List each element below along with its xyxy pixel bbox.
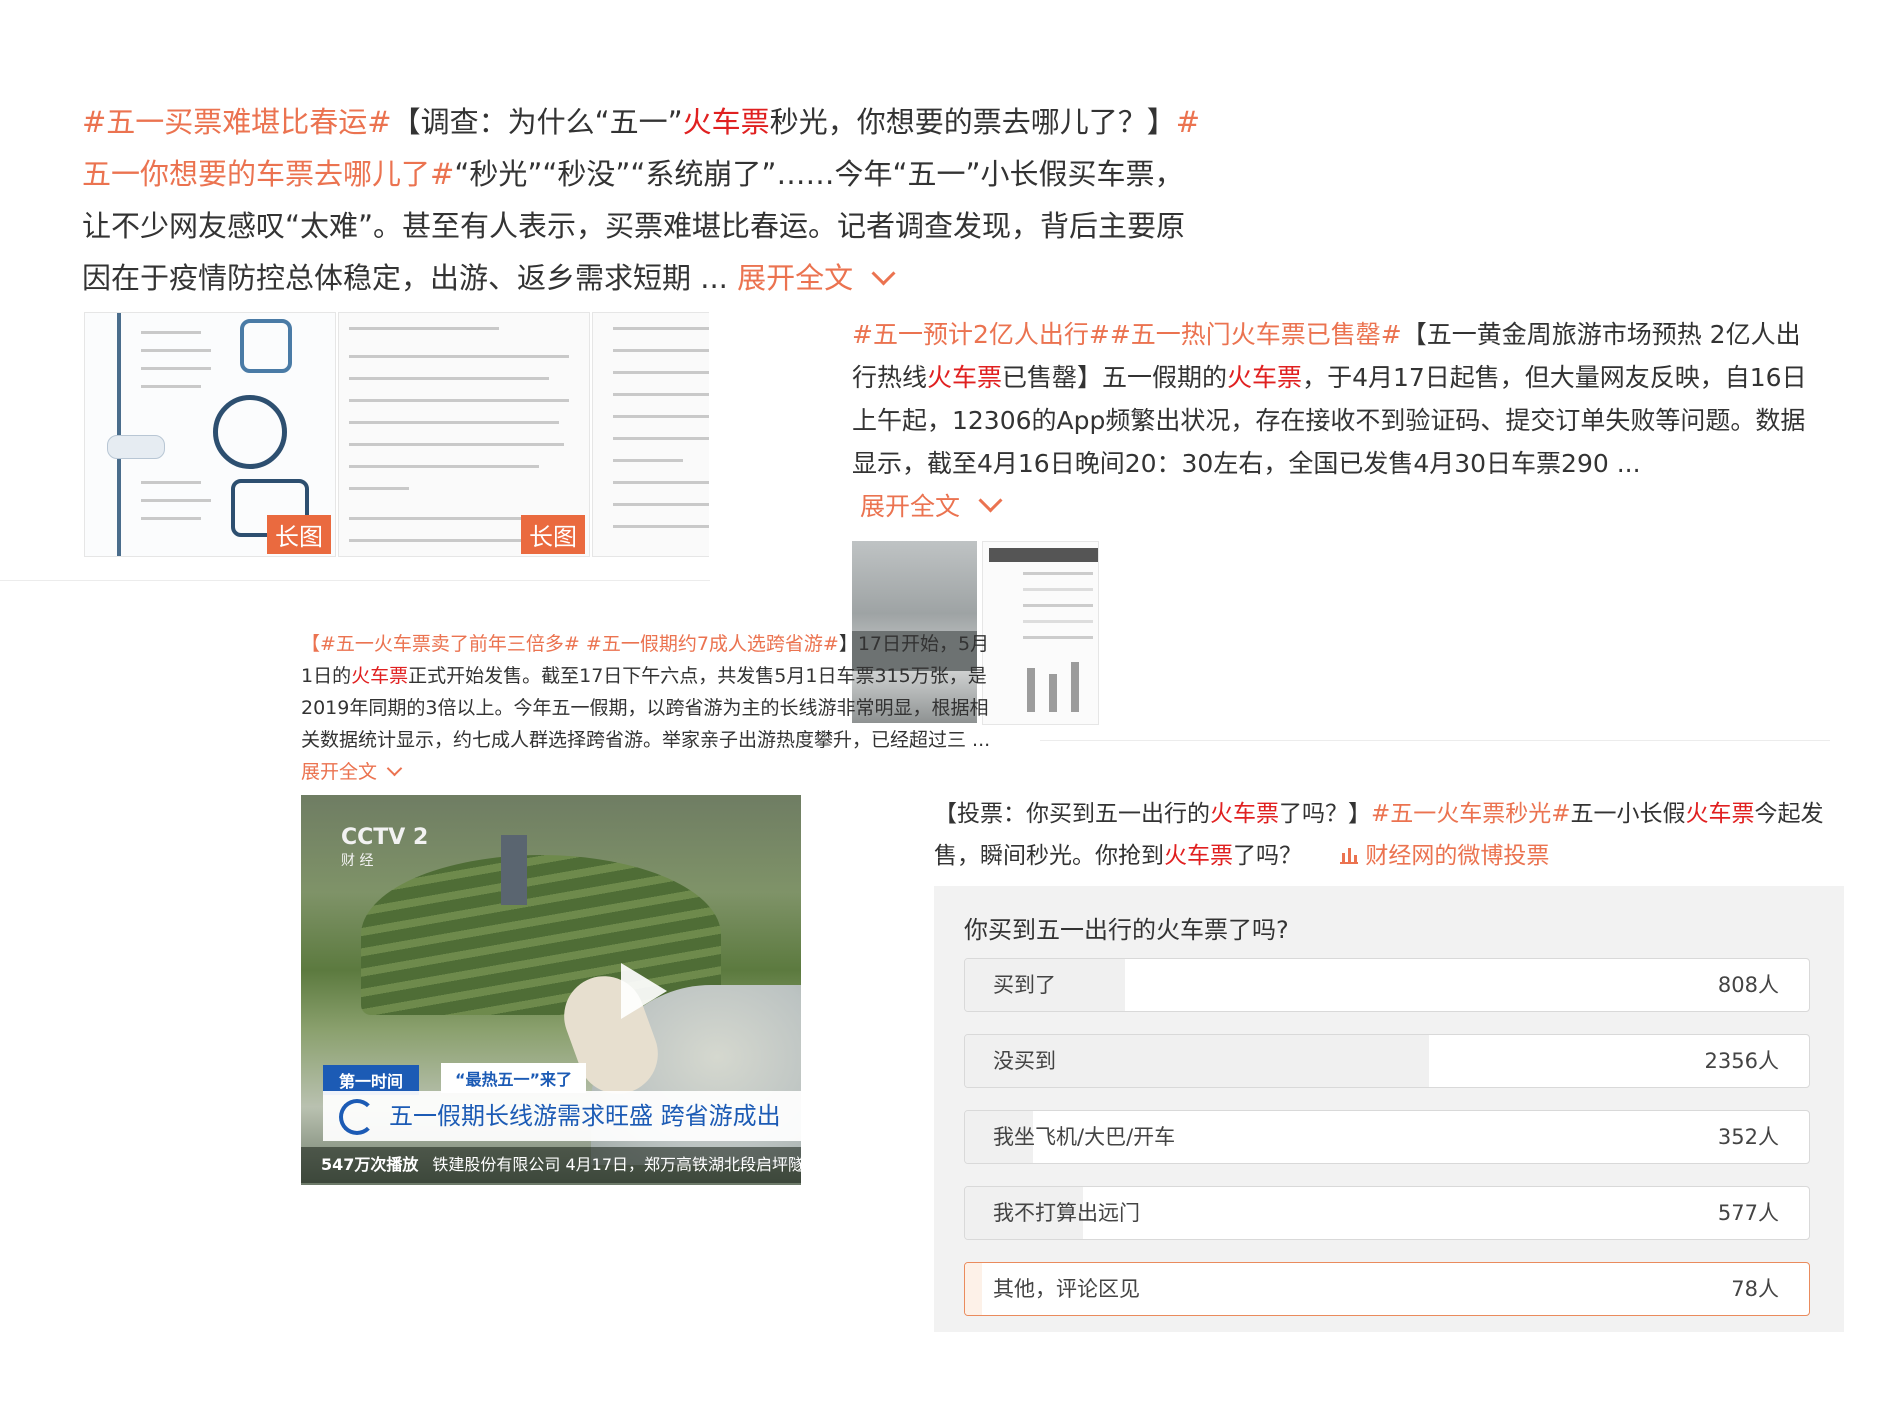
poll-option-count: 577人 xyxy=(1717,1201,1779,1225)
keyword-link[interactable]: 火车票 xyxy=(351,665,408,687)
poll-card: 你买到五一出行的火车票了吗? 买到了 808人 没买到 2356人 我坐飞机/大… xyxy=(934,886,1844,1332)
poll-option[interactable]: 我坐飞机/大巴/开车 352人 xyxy=(964,1110,1810,1164)
video-scene-tower xyxy=(501,835,527,905)
video-scene-hill xyxy=(361,855,721,1015)
keyword-link[interactable]: 火车票 xyxy=(1227,363,1302,392)
post-1-text: #五一买票难堪比春运#【调查：为什么“五一”火车票秒光，你想要的票去哪儿了？】#… xyxy=(82,96,1212,304)
poll-link[interactable]: 财经网的微博投票 xyxy=(1339,843,1549,869)
poll-option[interactable]: 买到了 808人 xyxy=(964,958,1810,1012)
post-1: #五一买票难堪比春运#【调查：为什么“五一”火车票秒光，你想要的票去哪儿了？】#… xyxy=(82,96,1212,304)
poll-icon xyxy=(1340,848,1359,864)
cctv-swirl-icon xyxy=(339,1099,375,1135)
long-image-badge: 长图 xyxy=(267,515,331,554)
post-text: 【投票：你买到五一出行的 xyxy=(934,801,1210,827)
divider xyxy=(0,580,710,581)
poll-option-label: 没买到 xyxy=(993,1049,1056,1073)
channel-logo-subtext: 财 经 xyxy=(341,853,374,869)
poll-option-label: 其他，评论区见 xyxy=(993,1277,1140,1301)
timeline-label-box xyxy=(107,435,165,459)
clock-icon xyxy=(213,395,287,469)
poll-option-count: 808人 xyxy=(1717,973,1779,997)
poll-option[interactable]: 没买到 2356人 xyxy=(964,1034,1810,1088)
expand-full-text-link[interactable]: 展开全文 xyxy=(737,261,896,295)
chevron-down-icon xyxy=(386,760,403,777)
poll-option[interactable]: 我不打算出远门 577人 xyxy=(964,1186,1810,1240)
post-3-text: 【#五一火车票卖了前年三倍多# #五一假期约7成人选跨省游#】17日开始，5月1… xyxy=(301,628,1001,788)
post-text: 已售罄】五一假期的 xyxy=(1002,363,1228,392)
divider xyxy=(1040,740,1830,741)
topic-tag-link[interactable]: #五一预计2亿人出行# xyxy=(852,320,1110,349)
keyword-link[interactable]: 火车票 xyxy=(927,363,1002,392)
channel-logo-text: CCTV 2 xyxy=(341,825,429,850)
post-text: 【调查：为什么“五一” xyxy=(391,105,683,139)
poll-option-label: 我坐飞机/大巴/开车 xyxy=(993,1125,1176,1149)
headline-text: 五一假期长线游需求旺盛 跨省游成出 xyxy=(389,1102,781,1130)
poll-option-selected[interactable]: 其他，评论区见 78人 xyxy=(964,1262,1810,1316)
poll-option-count: 78人 xyxy=(1731,1277,1779,1301)
chevron-down-icon xyxy=(871,261,896,286)
post-4: 【投票：你买到五一出行的火车票了吗？】#五一火车票秒光#五一小长假火车票今起发售… xyxy=(934,793,1834,877)
poll-question: 你买到五一出行的火车票了吗? xyxy=(964,916,1289,944)
topic-tag-link[interactable]: #五一火车票卖了前年三倍多# xyxy=(320,633,580,655)
long-image-badge: 长图 xyxy=(521,515,585,554)
expand-label: 展开全文 xyxy=(301,761,378,783)
topic-tag-link[interactable]: #五一假期约7成人选跨省游# xyxy=(580,633,839,655)
caption-headline: 五一假期长线游需求旺盛 跨省游成出 xyxy=(323,1091,801,1141)
keyword-link[interactable]: 火车票 xyxy=(683,105,770,139)
post-text: 了吗？】 xyxy=(1279,801,1371,827)
topic-tag-link[interactable]: #五一热门火车票已售罄# xyxy=(1110,320,1402,349)
poll-option-count: 2356人 xyxy=(1704,1049,1779,1073)
poll-option-fill xyxy=(965,1263,982,1315)
chevron-down-icon xyxy=(978,488,1003,513)
play-count: 547万次播放 xyxy=(321,1155,419,1174)
caption-topic: “最热五一”来了 xyxy=(441,1063,587,1093)
post-text: 【 xyxy=(301,633,321,655)
chart-bar xyxy=(1071,662,1079,712)
chart-title-bar xyxy=(989,548,1098,562)
post-2: #五一预计2亿人出行##五一热门火车票已售罄#【五一黄金周旅游市场预热 2亿人出… xyxy=(852,313,1812,528)
post-1-image-3[interactable] xyxy=(592,312,709,557)
post-1-image-1[interactable]: 长图 xyxy=(84,312,336,557)
video-player[interactable]: CCTV 2财 经 第一时间 “最热五一”来了 五一假期长线游需求旺盛 跨省游成… xyxy=(301,795,801,1185)
phone-icon xyxy=(240,319,292,373)
keyword-link[interactable]: 火车票 xyxy=(1210,801,1279,827)
ticker-text: 铁建股份有限公司 4月17日，郑万高铁湖北段启坪隧道，黄家沟 xyxy=(432,1155,801,1174)
chart-bar xyxy=(1027,668,1035,712)
poll-option-label: 我不打算出远门 xyxy=(993,1201,1140,1225)
keyword-link[interactable]: 火车票 xyxy=(1686,801,1755,827)
expand-label: 展开全文 xyxy=(860,492,961,521)
post-4-text: 【投票：你买到五一出行的火车票了吗？】#五一火车票秒光#五一小长假火车票今起发售… xyxy=(934,793,1834,877)
play-icon[interactable] xyxy=(621,963,667,1019)
expand-full-text-link[interactable]: 展开全文 xyxy=(860,488,1003,521)
post-text: 了吗？ xyxy=(1233,843,1302,869)
expand-full-text-link[interactable]: 展开全文 xyxy=(301,760,403,783)
post-1-image-2[interactable]: 长图 xyxy=(338,312,590,557)
post-text: 五一小长假 xyxy=(1570,801,1686,827)
chart-bar xyxy=(1049,674,1057,712)
caption-ticker: 547万次播放铁建股份有限公司 4月17日，郑万高铁湖北段启坪隧道，黄家沟 xyxy=(301,1147,801,1183)
poll-link-label: 财经网的微博投票 xyxy=(1365,843,1550,869)
post-3: 【#五一火车票卖了前年三倍多# #五一假期约7成人选跨省游#】17日开始，5月1… xyxy=(301,628,1001,788)
post-text: 秒光，你想要的票去哪儿了？】 xyxy=(769,105,1176,139)
poll-option-count: 352人 xyxy=(1717,1125,1779,1149)
expand-label: 展开全文 xyxy=(737,261,854,295)
keyword-link[interactable]: 火车票 xyxy=(1164,843,1233,869)
post-2-text: #五一预计2亿人出行##五一热门火车票已售罄#【五一黄金周旅游市场预热 2亿人出… xyxy=(852,313,1812,485)
channel-logo: CCTV 2 财 经 xyxy=(341,825,428,870)
topic-tag-link[interactable]: #五一火车票秒光# xyxy=(1371,801,1571,827)
poll-option-label: 买到了 xyxy=(993,973,1056,997)
topic-tag-link[interactable]: #五一买票难堪比春运# xyxy=(82,105,392,139)
